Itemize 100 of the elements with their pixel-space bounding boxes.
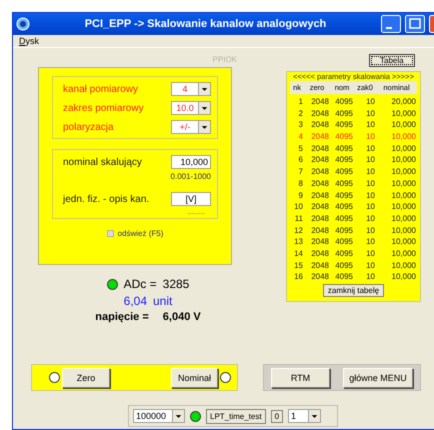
table-cell-text: 10 — [365, 142, 376, 154]
table-cell-text: 4 — [298, 131, 304, 143]
table-cell-text: 14 — [293, 248, 304, 260]
setting-label: jedn. fiz. - opis kan. — [63, 194, 150, 204]
table-cell-text: 4095 — [334, 260, 354, 272]
table-cell-text: 10 — [365, 154, 376, 166]
table-cell-text: 10 — [365, 201, 376, 213]
dropdown[interactable]: 4 — [171, 82, 211, 96]
table-cell-text: 6 — [298, 154, 304, 166]
table-cell-text: 2048 — [310, 224, 330, 236]
minimize-icon[interactable] — [381, 15, 401, 33]
radio-button[interactable] — [49, 372, 60, 383]
table-cell-text: 2 — [298, 108, 304, 120]
table-cell-text: 10,000 — [390, 248, 417, 260]
table-cell-text: 4095 — [334, 154, 354, 166]
table-button[interactable]: Tabela — [369, 54, 415, 67]
zero-button[interactable]: Zero — [62, 368, 110, 388]
table-cell-text: 4095 — [334, 142, 354, 154]
table-cell-text: 10 — [365, 119, 376, 132]
table-cell-text: 10,000 — [390, 108, 417, 120]
table-cell-text: 2048 — [310, 142, 330, 154]
table-cell-text: 12 — [293, 224, 304, 236]
table-cell-text: 5 — [298, 142, 304, 154]
table-cell-text: 11 — [294, 212, 304, 225]
table-cell-text: 2048 — [310, 248, 330, 260]
table-cell-text: 10 — [365, 224, 376, 236]
table-cell-text: 4095 — [334, 166, 354, 178]
table-cell-text: 4095 — [334, 96, 354, 108]
setting-label: nominal skalujący — [63, 156, 142, 168]
table-cell-text: 3 — [298, 119, 304, 132]
voltage-value: 6,040 V — [162, 311, 201, 323]
radio-button[interactable] — [220, 372, 231, 383]
table-cell-text: 10,000 — [390, 224, 417, 236]
table-cell-text: 4095 — [334, 224, 354, 236]
close-table-button[interactable]: zamknij tabelę — [322, 284, 384, 297]
table-cell-text: 10 — [365, 108, 376, 120]
table-cell-text: 10,000 — [390, 142, 417, 154]
table-cell-text: 10 — [365, 190, 376, 202]
app-icon — [16, 17, 30, 31]
table-cell-text: 2048 — [310, 166, 330, 178]
dropdown[interactable]: 1 — [288, 409, 322, 423]
table-cell-text: 10 — [365, 166, 376, 178]
table-cell-text: 10,000 — [390, 190, 417, 202]
table-cell-text: 2048 — [310, 201, 330, 213]
table-cell-text: 2048 — [310, 260, 330, 272]
table-cell-text: 4095 — [334, 131, 354, 143]
table-cell-text: 10,000 — [390, 131, 417, 143]
table-cell-text: 10 — [365, 248, 376, 260]
table-cell-text: 2048 — [310, 236, 330, 248]
dotted-line: ........ — [187, 209, 205, 214]
table-cell-text: 1 — [298, 96, 304, 108]
setting-label: zakres pomiarowy — [63, 102, 144, 114]
table-cell-text: 10 — [365, 260, 376, 272]
unit-value: 6,04 — [124, 294, 147, 308]
maximize-icon[interactable] — [405, 15, 425, 33]
dropdown[interactable]: 10.0 — [171, 101, 211, 115]
setting-label: kanał pomiarowy — [63, 84, 138, 94]
checkbox[interactable] — [106, 230, 114, 237]
checkbox-label: odśwież (F5) — [118, 229, 164, 238]
menu-item[interactable]: Dysk — [19, 36, 39, 46]
table-cell-text: 4095 — [334, 190, 354, 202]
table-cell-text: 20,000 — [390, 96, 417, 108]
table-cell-text: 15 — [293, 260, 304, 272]
table-cell-text: 10 — [365, 131, 376, 143]
table-cell-text: 10 — [365, 236, 376, 248]
table-cell-text: 4095 — [334, 178, 354, 190]
table-cell-text: 16 — [293, 271, 304, 283]
table-cell-text: 10,000 — [390, 119, 417, 132]
adc-value: 3285 — [162, 277, 190, 291]
table-cell-text: 10 — [365, 271, 376, 283]
table-cell-text: 10 — [365, 212, 376, 225]
table-cell-text: 2048 — [310, 119, 330, 132]
input-field[interactable]: 10,000 — [171, 155, 211, 169]
table-cell-text: 2048 — [310, 271, 330, 283]
table-cell-text: 10,000 — [390, 154, 417, 166]
input-field[interactable]: [V] — [171, 192, 211, 206]
window-title: PCI_EPP -> Skalowanie kanalow analogowych — [84, 18, 328, 30]
action-button[interactable]: główne MENU — [343, 368, 413, 388]
table-cell-text: 10,000 — [390, 212, 417, 225]
table-cell-text: 2048 — [310, 212, 330, 225]
dropdown[interactable]: +/- — [171, 120, 211, 134]
nominal-button[interactable]: Nominał — [171, 368, 218, 388]
table-cell-text: 4095 — [334, 248, 354, 260]
table-cell-text: 10,000 — [390, 236, 417, 248]
dropdown[interactable]: 100000 — [133, 409, 185, 423]
table-cell-text: 4095 — [334, 119, 354, 132]
action-button[interactable]: RTM — [271, 368, 330, 388]
table-cell-text: 10 — [293, 201, 304, 213]
table-cell-text: 4095 — [334, 201, 354, 213]
unit-label: unit — [153, 294, 172, 308]
table-cell-text: 13 — [293, 236, 304, 248]
table-cell-text: 4095 — [334, 108, 354, 120]
table-cell-text: 2048 — [310, 108, 330, 120]
range-hint: 0.001-1000 — [170, 172, 211, 181]
lpt-test-button[interactable]: LPT_time_test — [206, 408, 266, 424]
table-cell-text: 10,000 — [390, 166, 417, 178]
table-cell-text: 8 — [298, 178, 304, 190]
table-cell-text: 2048 — [310, 190, 330, 202]
adc-label: ADc = — [124, 277, 157, 291]
table-cell-text: 10,000 — [390, 260, 417, 272]
